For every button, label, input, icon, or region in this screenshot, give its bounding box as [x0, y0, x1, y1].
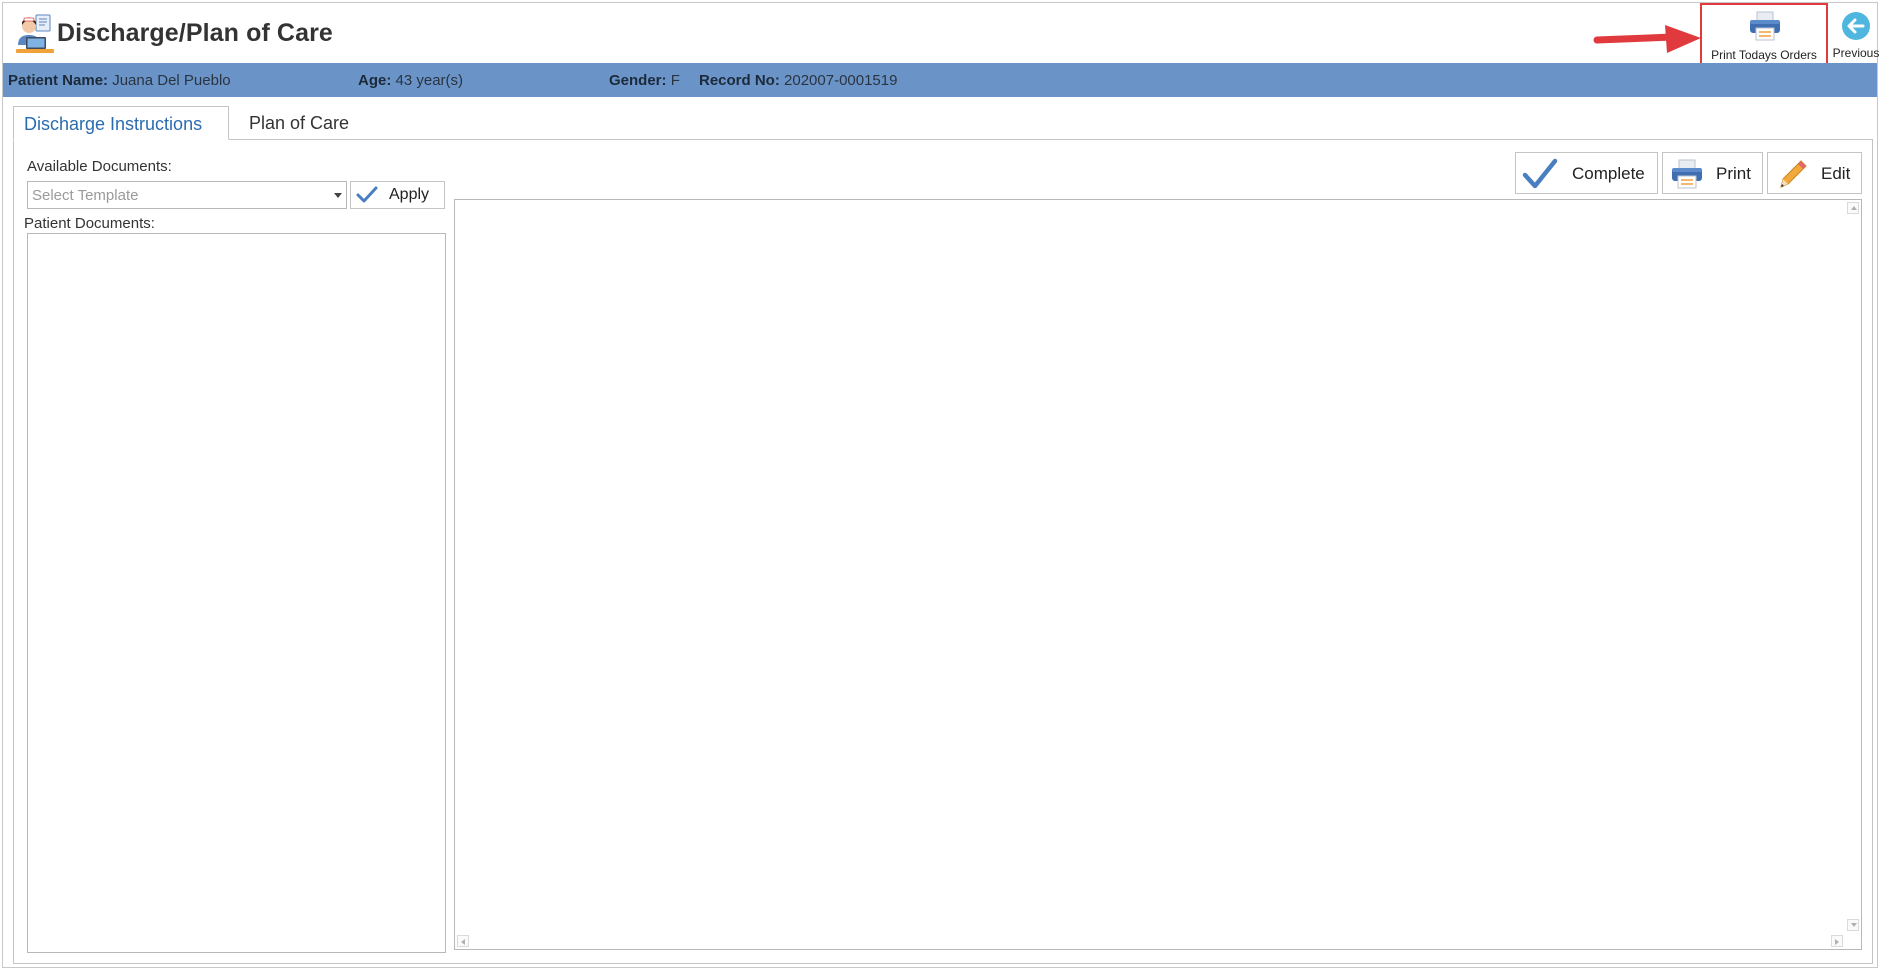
previous-label: Previous — [1832, 46, 1880, 60]
template-select-placeholder: Select Template — [32, 187, 139, 204]
patient-record-field: Record No: 202007-0001519 — [699, 72, 897, 89]
available-documents-label: Available Documents: — [27, 158, 172, 175]
edit-button[interactable]: Edit — [1767, 152, 1862, 194]
patient-name-value: Juana Del Pueblo — [112, 72, 231, 89]
patient-age-label: Age: — [358, 72, 392, 89]
print-button[interactable]: Print — [1662, 152, 1763, 194]
annotation-arrow-icon — [1593, 23, 1703, 57]
patient-age-field: Age: 43 year(s) — [358, 72, 463, 89]
vertical-scrollbar[interactable] — [1845, 200, 1861, 933]
print-todays-orders-button[interactable]: Print Todays Orders — [1700, 3, 1828, 65]
pencil-icon — [1774, 157, 1810, 191]
apply-label: Apply — [389, 186, 430, 203]
checkmark-icon — [356, 185, 378, 205]
print-todays-orders-label: Print Todays Orders — [1711, 48, 1817, 62]
patient-gender-label: Gender: — [609, 72, 667, 89]
patient-gender-field: Gender: F — [609, 72, 680, 89]
chevron-down-icon — [334, 193, 342, 198]
scroll-down-icon[interactable] — [1847, 919, 1859, 931]
complete-button[interactable]: Complete — [1515, 152, 1658, 194]
patient-documents-list[interactable] — [27, 233, 446, 953]
checkmark-icon — [1522, 157, 1558, 191]
arrow-left-circle-icon — [1841, 11, 1871, 41]
nurse-workstation-icon — [14, 13, 56, 55]
printer-icon — [1669, 157, 1705, 191]
patient-info-bar: Patient Name: Juana Del Pueblo Age: 43 y… — [3, 63, 1877, 97]
patient-name-field: Patient Name: Juana Del Pueblo — [8, 72, 231, 89]
page-title: Discharge/Plan of Care — [57, 19, 333, 47]
scroll-right-icon[interactable] — [1831, 935, 1843, 947]
printer-icon — [1748, 11, 1782, 41]
scroll-up-icon[interactable] — [1847, 202, 1859, 214]
patient-gender-value: F — [670, 72, 680, 89]
template-select[interactable]: Select Template — [27, 181, 347, 209]
complete-label: Complete — [1572, 164, 1645, 183]
patient-record-label: Record No: — [699, 72, 780, 89]
title-bar: Discharge/Plan of Care Print Todays Orde… — [3, 3, 1879, 65]
app-window: Discharge/Plan of Care Print Todays Orde… — [2, 2, 1879, 968]
tab-plan-of-care[interactable]: Plan of Care — [239, 106, 359, 140]
previous-button[interactable]: Previous — [1831, 3, 1881, 65]
document-editor[interactable] — [454, 199, 1862, 950]
tab-discharge-instructions[interactable]: Discharge Instructions — [13, 106, 229, 140]
edit-label: Edit — [1821, 164, 1851, 183]
horizontal-scrollbar[interactable] — [455, 933, 1845, 949]
apply-button[interactable]: Apply — [350, 181, 445, 209]
patient-name-label: Patient Name: — [8, 72, 109, 89]
patient-age-value: 43 year(s) — [395, 72, 464, 89]
print-label: Print — [1716, 164, 1751, 183]
scroll-left-icon[interactable] — [457, 935, 469, 947]
patient-documents-label: Patient Documents: — [24, 215, 155, 232]
patient-record-value: 202007-0001519 — [784, 72, 898, 89]
